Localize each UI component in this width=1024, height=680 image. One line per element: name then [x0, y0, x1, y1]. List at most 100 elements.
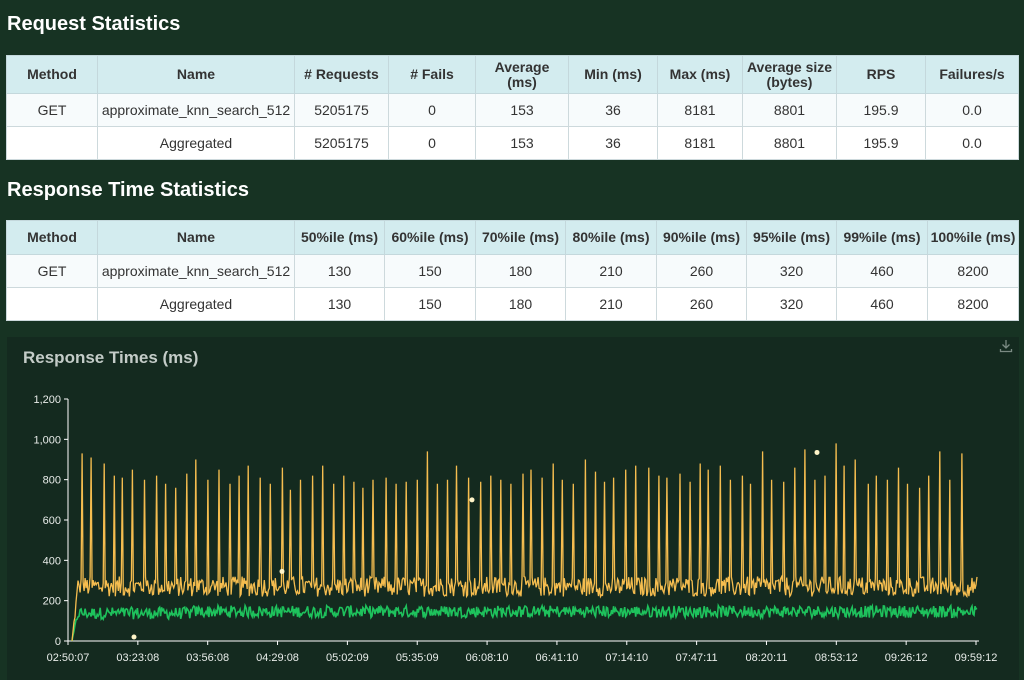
table-cell: [6, 287, 98, 321]
x-tick-label: 07:14:10: [605, 652, 648, 664]
table-header-row: Method Name # Requests # Fails Average (ms) M…: [6, 55, 1019, 94]
table-header-row: Method Name 50%ile (ms) 60%ile (ms) 70%ile (…: [6, 220, 1019, 255]
table-cell: approximate_knn_search_512: [97, 254, 295, 288]
table-cell: 260: [656, 254, 747, 288]
table-cell: 0.0: [925, 93, 1019, 127]
column-header: # Requests: [294, 55, 389, 94]
table-cell: 8181: [657, 93, 743, 127]
x-tick-label: 09:59:12: [955, 652, 998, 664]
table-cell: 36: [568, 93, 658, 127]
x-tick-label: 04:29:08: [256, 652, 299, 664]
x-tick-label: 08:20:11: [745, 652, 787, 664]
x-tick-label: 06:08:10: [466, 652, 509, 664]
column-header: 99%ile (ms): [836, 220, 928, 255]
table-cell: 8200: [927, 287, 1019, 321]
table-cell: 8200: [927, 254, 1019, 288]
table-cell: 5205175: [294, 126, 389, 160]
table-row: Aggregated 130 150 180 210 260 320 460 8200: [6, 287, 1019, 321]
table-cell: 460: [836, 287, 928, 321]
column-header: Max (ms): [657, 55, 743, 94]
table-cell: 8181: [657, 126, 743, 160]
column-header: Min (ms): [568, 55, 658, 94]
table-cell: GET: [6, 254, 98, 288]
table-cell: 130: [294, 254, 385, 288]
table-cell: Aggregated: [97, 126, 295, 160]
table-cell: 460: [836, 254, 928, 288]
x-tick-label: 05:02:09: [326, 652, 369, 664]
table-cell: 153: [475, 126, 569, 160]
table-cell: 0.0: [925, 126, 1019, 160]
series-marker: [131, 634, 137, 640]
y-tick-label: 1,200: [33, 394, 61, 406]
series-marker: [814, 449, 820, 455]
table-cell: 210: [565, 254, 657, 288]
download-icon[interactable]: [999, 339, 1013, 353]
response-time-statistics-title: Response Time Statistics: [7, 179, 249, 201]
table-cell: 36: [568, 126, 658, 160]
y-tick-label: 200: [43, 596, 61, 608]
x-tick-label: 03:23:08: [116, 652, 159, 664]
column-header: 80%ile (ms): [565, 220, 657, 255]
column-header: 100%ile (ms): [927, 220, 1019, 255]
table-cell: 150: [384, 254, 476, 288]
table-cell: 8801: [742, 93, 837, 127]
table-cell: 130: [294, 287, 385, 321]
column-header: Failures/s: [925, 55, 1019, 94]
column-header: Average (ms): [475, 55, 569, 94]
table-cell: 320: [746, 287, 837, 321]
table-cell: 153: [475, 93, 569, 127]
table-cell: 180: [475, 254, 566, 288]
table-row: GET approximate_knn_search_512 5205175 0 153…: [6, 93, 1019, 127]
table-cell: 180: [475, 287, 566, 321]
column-header: 60%ile (ms): [384, 220, 476, 255]
x-tick-label: 09:26:12: [885, 652, 928, 664]
table-cell: 210: [565, 287, 657, 321]
column-header: 70%ile (ms): [475, 220, 566, 255]
series-line-lower: [71, 602, 978, 642]
table-cell: 150: [384, 287, 476, 321]
y-tick-label: 800: [43, 475, 61, 487]
series-marker: [469, 497, 475, 503]
column-header: Name: [97, 220, 295, 255]
column-header: Method: [6, 55, 98, 94]
column-header: Name: [97, 55, 295, 94]
request-statistics-title: Request Statistics: [7, 13, 181, 35]
table-cell: 260: [656, 287, 747, 321]
column-header: Average size (bytes): [742, 55, 837, 94]
y-tick-label: 0: [55, 636, 61, 648]
response-times-chart-panel: 0 200 400 600 800 1,000 1,200 02:50:07 03:23:08 0…: [7, 337, 1019, 680]
table-cell: 0: [388, 93, 476, 127]
chart-title: Response Times (ms): [23, 348, 199, 367]
column-header: # Fails: [388, 55, 476, 94]
y-tick-label: 1,000: [33, 434, 61, 446]
table-cell: 195.9: [836, 126, 926, 160]
column-header: 50%ile (ms): [294, 220, 385, 255]
response-time-statistics-table: Method Name 50%ile (ms) 60%ile (ms) 70%ile (…: [6, 220, 1019, 321]
table-cell: 195.9: [836, 93, 926, 127]
x-tick-label: 03:56:08: [186, 652, 229, 664]
column-header: 90%ile (ms): [656, 220, 747, 255]
table-cell: GET: [6, 93, 98, 127]
table-cell: 8801: [742, 126, 837, 160]
column-header: 95%ile (ms): [746, 220, 837, 255]
y-tick-label: 400: [43, 555, 61, 567]
column-header: Method: [6, 220, 98, 255]
response-times-chart: 0 200 400 600 800 1,000 1,200 02:50:07 03:23:08 0…: [33, 394, 998, 664]
x-tick-label: 05:35:09: [396, 652, 439, 664]
x-tick-label: 02:50:07: [47, 652, 90, 664]
y-tick-label: 600: [43, 515, 61, 527]
table-cell: 5205175: [294, 93, 389, 127]
x-tick-label: 06:41:10: [536, 652, 579, 664]
table-cell: [6, 126, 98, 160]
table-row: Aggregated 5205175 0 153 36 8181 8801 195.9 0.0: [6, 126, 1019, 160]
x-tick-label: 07:47:11: [676, 652, 718, 664]
table-row: GET approximate_knn_search_512 130 150 180 21…: [6, 254, 1019, 288]
table-cell: 320: [746, 254, 837, 288]
table-cell: Aggregated: [97, 287, 295, 321]
x-tick-label: 08:53:12: [815, 652, 858, 664]
table-cell: 0: [388, 126, 476, 160]
column-header: RPS: [836, 55, 926, 94]
table-cell: approximate_knn_search_512: [97, 93, 295, 127]
request-statistics-table: Method Name # Requests # Fails Average (ms) M…: [6, 55, 1019, 160]
series-marker: [279, 568, 285, 574]
